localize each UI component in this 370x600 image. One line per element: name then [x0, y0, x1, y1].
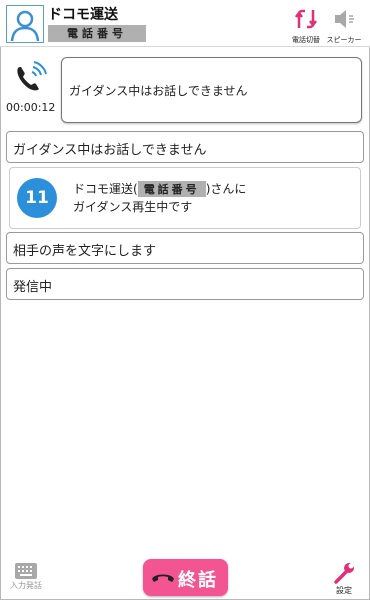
phone-ringing-icon: [12, 61, 48, 100]
guidance-count-badge: 11: [17, 178, 57, 218]
guidance-info-line2: ガイダンス再生中です: [73, 200, 193, 214]
contact-avatar: [6, 5, 44, 43]
info-number-redacted: 電話番号: [137, 181, 206, 197]
log-row-text: ガイダンス中はお話しできません: [13, 143, 207, 158]
guidance-info-line1: ドコモ運送(電話番号)さんに: [73, 180, 246, 197]
end-call-label: 終話: [178, 570, 218, 591]
phone-number-redacted: 電話番号: [48, 25, 146, 42]
keyboard-icon: [7, 562, 45, 580]
settings-button[interactable]: 設定: [329, 561, 359, 596]
guidance-message-bubble: ガイダンス中はお話しできません: [61, 57, 362, 123]
guidance-message: ガイダンス中はお話しできません: [69, 84, 248, 98]
speaker-label: スピーカー: [326, 36, 362, 44]
info-contact-name: ドコモ運送(: [73, 182, 138, 196]
end-call-button[interactable]: 終話: [143, 559, 228, 596]
log-row-dialing: 発信中: [6, 268, 364, 300]
settings-label: 設定: [336, 586, 352, 595]
call-status: [12, 60, 48, 96]
speaker-button[interactable]: スピーカー: [322, 6, 366, 44]
speaker-icon: [322, 6, 366, 32]
person-icon: [7, 6, 43, 42]
call-timer: 00:00:12: [6, 101, 56, 114]
keypad-input-label: 入力発話: [10, 581, 42, 590]
call-header: ドコモ運送 電話番号 電話切替 スピーカー: [0, 0, 370, 47]
wrench-icon: [329, 561, 359, 585]
log-row-text: 相手の声を文字にします: [13, 244, 157, 259]
contact-name: ドコモ運送: [48, 7, 118, 23]
keypad-input-button[interactable]: 入力発話: [7, 562, 45, 591]
guidance-info-card: 11 ドコモ運送(電話番号)さんに ガイダンス再生中です: [9, 167, 361, 229]
log-row-transcribe: 相手の声を文字にします: [6, 232, 364, 264]
log-row-guidance: ガイダンス中はお話しできません: [6, 131, 364, 163]
info-suffix: )さんに: [205, 182, 247, 196]
log-row-text: 発信中: [13, 280, 53, 295]
